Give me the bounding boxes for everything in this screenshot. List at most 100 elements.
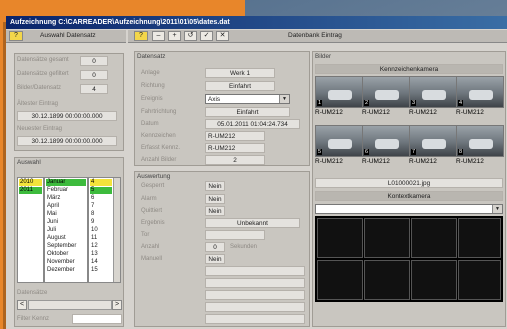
thumbnail-caption: R-UM212: [362, 109, 390, 116]
overview-camera-header: Kontextkamera: [315, 191, 503, 201]
camera-thumbnail[interactable]: 2 R-UM212: [362, 76, 410, 121]
delete-record-button[interactable]: –: [152, 31, 165, 41]
camera-thumbnail[interactable]: 5 R-UM212: [315, 125, 363, 170]
month-item[interactable]: Juni: [46, 219, 86, 226]
day-item[interactable]: 7: [90, 203, 112, 210]
month-item[interactable]: November: [46, 259, 86, 266]
day-item[interactable]: 14: [90, 259, 112, 266]
day-list[interactable]: 4 5 6 7 8 9 10 11 12 13 14 15: [88, 177, 121, 283]
day-item[interactable]: 12: [90, 243, 112, 250]
field-label: Quittiert: [141, 208, 163, 214]
stat-value-filtered: 0: [80, 70, 108, 80]
camera-thumbnail[interactable]: 8 R-UM212: [456, 125, 504, 170]
day-item[interactable]: 10: [90, 227, 112, 234]
month-item[interactable]: September: [46, 243, 86, 250]
event-select[interactable]: Axis ▼: [205, 94, 290, 104]
day-item[interactable]: 8: [90, 211, 112, 218]
field-label: Alarm: [141, 196, 157, 202]
filter-input[interactable]: [72, 314, 122, 324]
field-fahrtrichtung: Einfahrt: [205, 107, 290, 117]
month-item[interactable]: Dezember: [46, 267, 86, 274]
chevron-down-icon[interactable]: ▼: [279, 95, 289, 103]
field-label: Anlage: [141, 70, 160, 76]
field-erfasst: R-UM212: [205, 143, 265, 153]
day-item[interactable]: 15: [90, 267, 112, 274]
day-item[interactable]: 11: [90, 235, 112, 242]
day-item[interactable]: 4: [90, 179, 112, 186]
day-item[interactable]: 5: [90, 187, 112, 194]
field-manuell: Nein: [205, 254, 225, 264]
video-tile[interactable]: [411, 218, 457, 258]
prev-button[interactable]: <: [17, 300, 27, 310]
video-tile[interactable]: [317, 260, 363, 300]
video-grid: [315, 216, 503, 302]
images-title: Bilder: [315, 53, 332, 60]
oldest-entry-label: Ältester Eintrag: [17, 101, 59, 107]
field-gesperrt: Nein: [205, 181, 225, 191]
overview-camera-select[interactable]: ▼: [315, 204, 503, 214]
field-label: Kennzeichen: [141, 133, 176, 139]
video-tile[interactable]: [458, 218, 501, 258]
day-item[interactable]: 13: [90, 251, 112, 258]
field-label: Ereignis: [141, 96, 163, 102]
camera-thumbnail[interactable]: 7 R-UM212: [409, 125, 457, 170]
stat-value-images: 4: [80, 84, 108, 94]
empty-field: [205, 302, 305, 312]
refresh-button[interactable]: ↺: [184, 31, 197, 41]
video-tile[interactable]: [317, 218, 363, 258]
field-label: Ergebnis: [141, 220, 165, 226]
help-button-right[interactable]: ?: [134, 31, 148, 41]
month-item[interactable]: Januar: [46, 179, 86, 186]
day-item[interactable]: 6: [90, 195, 112, 202]
month-item[interactable]: August: [46, 235, 86, 242]
day-item[interactable]: 9: [90, 219, 112, 226]
month-item[interactable]: Juli: [46, 227, 86, 234]
month-item[interactable]: Oktober: [46, 251, 86, 258]
month-item[interactable]: März: [46, 195, 86, 202]
video-tile[interactable]: [458, 260, 501, 300]
oldest-entry-value: 30.12.1899 00:00:00.000: [17, 111, 117, 121]
help-button[interactable]: ?: [9, 31, 23, 41]
field-label: Anzahl: [141, 244, 160, 250]
month-item[interactable]: April: [46, 203, 86, 210]
field-tor: [205, 230, 265, 240]
records-label: Datensätze: [17, 290, 48, 296]
thumbnail-caption: R-UM212: [456, 158, 484, 165]
cancel-button[interactable]: ✕: [216, 31, 229, 41]
thumbnail-caption: R-UM212: [409, 109, 437, 116]
field-label: Richtung: [141, 83, 165, 89]
field-ergebnis: Unbekannt: [205, 218, 300, 228]
field-label: Fahrtrichtung: [141, 109, 177, 115]
chevron-down-icon[interactable]: ▼: [492, 205, 502, 213]
add-record-button[interactable]: +: [168, 31, 181, 41]
day-list-scrollbar[interactable]: [113, 178, 120, 282]
right-toolbar: ? – + ↺ ✓ ✕ Datenbank Eintrag: [128, 30, 507, 43]
video-tile[interactable]: [364, 260, 410, 300]
year-item[interactable]: 2011: [19, 187, 42, 194]
camera-thumbnail[interactable]: 3 R-UM212: [409, 76, 457, 121]
year-item[interactable]: 2010: [19, 179, 42, 186]
thumbnail-caption: R-UM212: [315, 109, 343, 116]
camera-thumbnail[interactable]: 1 R-UM212: [315, 76, 363, 121]
newest-entry-label: Neuester Eintrag: [17, 126, 63, 132]
month-list[interactable]: Januar Februar März April Mai Juni Juli …: [44, 177, 88, 283]
field-richtung: Einfahrt: [205, 81, 275, 91]
month-item[interactable]: Mai: [46, 211, 86, 218]
field-datum: 05.01.2011 01:04:24.734: [205, 119, 300, 129]
month-item[interactable]: Februar: [46, 187, 86, 194]
confirm-button[interactable]: ✓: [200, 31, 213, 41]
field-label: Erfasst Kennz.: [141, 145, 181, 151]
records-scrollbar[interactable]: [28, 300, 112, 310]
field-label: Tor: [141, 232, 150, 238]
camera-thumbnail[interactable]: 4 R-UM212: [456, 76, 504, 121]
video-tile[interactable]: [364, 218, 410, 258]
next-button[interactable]: >: [112, 300, 122, 310]
image-filename: L01000021.jpg: [315, 178, 503, 188]
field-anzahl-bilder: 2: [205, 155, 265, 165]
video-tile[interactable]: [411, 260, 457, 300]
stat-label-filtered: Datensätze gefiltert: [17, 71, 69, 77]
thumbnail-caption: R-UM212: [456, 109, 484, 116]
left-toolbar-title: Auswahl Datensatz: [40, 32, 96, 39]
camera-thumbnail[interactable]: 6 R-UM212: [362, 125, 410, 170]
year-list[interactable]: 2010 2011: [17, 177, 44, 283]
